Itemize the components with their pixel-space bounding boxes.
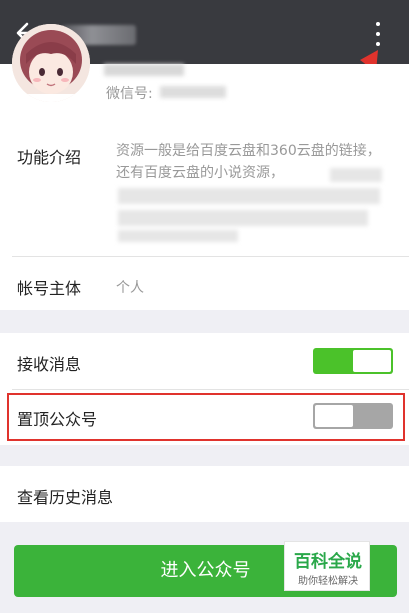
divider bbox=[12, 389, 409, 390]
highlight-box bbox=[7, 393, 405, 441]
receive-messages-toggle[interactable] bbox=[313, 348, 393, 374]
account-name-redacted bbox=[104, 64, 184, 76]
wechat-id-redacted bbox=[160, 86, 226, 98]
toggle-knob bbox=[353, 350, 391, 372]
wechat-id-label: 微信号: bbox=[106, 86, 153, 102]
history-row[interactable]: 查看历史消息 bbox=[0, 466, 409, 522]
history-label: 查看历史消息 bbox=[17, 488, 114, 507]
intro-redacted-4 bbox=[118, 230, 238, 242]
info-section: 功能介绍 资源一般是给百度云盘和360云盘的链接，还有百度云盘的小说资源， 帐号… bbox=[0, 130, 409, 310]
watermark-logo: 百科全说 助你轻松解决 bbox=[284, 541, 370, 591]
receive-messages-label: 接收消息 bbox=[17, 355, 82, 374]
divider bbox=[12, 256, 409, 257]
intro-label: 功能介绍 bbox=[17, 148, 82, 167]
avatar[interactable] bbox=[12, 24, 90, 102]
watermark-subtitle: 助你轻松解决 bbox=[298, 576, 358, 587]
watermark-title: 百科全说 bbox=[294, 552, 362, 572]
enter-account-label: 进入公众号 bbox=[160, 560, 251, 581]
intro-redacted-3 bbox=[118, 210, 368, 226]
more-vertical-icon[interactable] bbox=[368, 20, 388, 48]
intro-redacted-2 bbox=[118, 188, 380, 204]
account-owner-value: 个人 bbox=[116, 280, 144, 296]
intro-redacted-1 bbox=[330, 168, 382, 182]
account-owner-label: 帐号主体 bbox=[17, 279, 82, 298]
